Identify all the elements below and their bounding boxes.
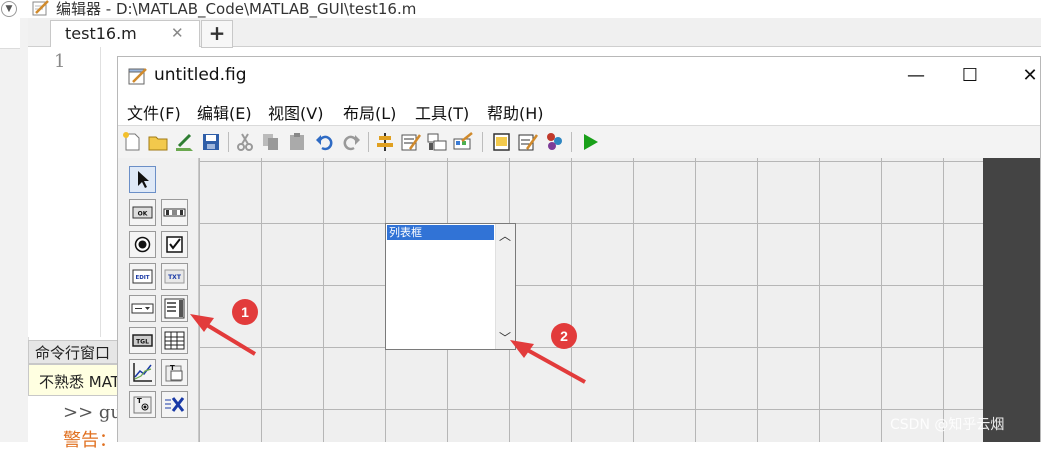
left-side-strip — [0, 18, 29, 442]
menu-editor-icon[interactable] — [400, 131, 422, 153]
editor-titlebar: ▼ 编辑器 - D:\MATLAB_Code\MATLAB_GUI\test16… — [0, 0, 1041, 18]
open-icon[interactable] — [147, 131, 169, 153]
undo-icon[interactable] — [314, 131, 336, 153]
component-palette: OK EDIT TXT TGL T T — [118, 158, 199, 442]
menubar: 文件(F) 编辑(E) 视图(V) 布局(L) 工具(T) 帮助(H) — [118, 95, 1040, 125]
chevron-down-icon[interactable]: ﹀ — [499, 329, 511, 346]
maximize-button[interactable]: ☐ — [950, 63, 990, 89]
layout-canvas[interactable] — [199, 158, 983, 442]
checkbox-icon[interactable] — [161, 231, 188, 258]
gutter-divider — [100, 47, 101, 337]
window-title: untitled.fig — [154, 65, 247, 85]
property-inspector-icon[interactable] — [517, 131, 539, 153]
canvas-resize-area — [983, 158, 1040, 442]
toolbar-separator — [482, 132, 483, 152]
new-icon[interactable] — [121, 131, 143, 153]
editor-pen-icon — [32, 0, 49, 16]
redo-icon[interactable] — [340, 131, 362, 153]
listbox-component[interactable]: 列表框 ︿ ﹀ — [385, 223, 516, 350]
edit-text-icon[interactable]: EDIT — [129, 263, 156, 290]
cut-icon[interactable] — [234, 131, 256, 153]
tab-label: test16.m — [65, 24, 137, 43]
watermark: CSDN @知乎云烟 — [890, 417, 1005, 433]
annotation-badge-2: 2 — [551, 323, 577, 349]
save-icon[interactable] — [200, 131, 222, 153]
command-window-title-text: 命令行窗口 — [35, 344, 111, 362]
static-text-icon[interactable]: TXT — [161, 263, 188, 290]
toggle-button-label: TGL — [136, 339, 149, 346]
edit-icon[interactable] — [173, 131, 195, 153]
toolbar — [118, 125, 1040, 159]
command-window-hint[interactable]: 不熟悉 MATLAB？ — [28, 364, 122, 396]
static-text-label: TXT — [168, 274, 182, 281]
command-window-body[interactable]: >> gu 警告： — [28, 396, 123, 451]
listbox-icon[interactable] — [161, 295, 188, 322]
menu-file[interactable]: 文件(F) — [127, 100, 181, 124]
object-browser-icon[interactable] — [543, 131, 565, 153]
toolbar-separator — [228, 132, 229, 152]
push-button-label: OK — [138, 211, 148, 218]
guide-titlebar: untitled.fig — ☐ ✕ — [118, 57, 1040, 95]
mfile-editor-icon[interactable] — [491, 131, 513, 153]
close-button[interactable]: ✕ — [1010, 63, 1041, 89]
chevron-up-icon[interactable]: ︿ — [499, 227, 511, 244]
popup-menu-icon[interactable] — [129, 295, 156, 322]
menu-tools[interactable]: 工具(T) — [415, 100, 469, 124]
panel-icon[interactable]: T — [161, 359, 188, 386]
edit-text-label: EDIT — [135, 275, 149, 281]
command-window-hint-text: 不熟悉 MATLAB？ — [39, 373, 121, 391]
align-icon[interactable] — [374, 131, 396, 153]
axes-icon[interactable] — [129, 359, 156, 386]
editor-gutter: 1 — [28, 47, 101, 337]
table-icon[interactable] — [161, 327, 188, 354]
close-icon[interactable]: ✕ — [171, 24, 184, 42]
select-pointer-icon[interactable] — [129, 166, 156, 193]
add-tab-button[interactable]: + — [201, 20, 233, 48]
tab-order-icon[interactable] — [426, 131, 448, 153]
menu-layout[interactable]: 布局(L) — [343, 100, 396, 124]
push-button-icon[interactable]: OK — [129, 199, 156, 226]
menu-help[interactable]: 帮助(H) — [487, 100, 544, 124]
run-icon[interactable] — [579, 131, 601, 153]
left-strip-cell — [0, 18, 20, 49]
listbox-item[interactable]: 列表框 — [387, 225, 494, 240]
radio-button-icon[interactable] — [129, 231, 156, 258]
guide-window: untitled.fig — ☐ ✕ 文件(F) 编辑(E) 视图(V) 布局(… — [117, 56, 1041, 442]
paste-icon[interactable] — [286, 131, 308, 153]
slider-icon[interactable] — [161, 199, 188, 226]
toolbar-separator — [571, 132, 572, 152]
activex-icon[interactable] — [161, 391, 188, 418]
menu-view[interactable]: 视图(V) — [268, 100, 323, 124]
chevron-down-icon[interactable]: ▼ — [1, 1, 17, 17]
command-window-title[interactable]: 命令行窗口 — [28, 340, 122, 364]
editor-title: 编辑器 - D:\MATLAB_Code\MATLAB_GUI\test16.m — [56, 0, 417, 18]
figure-app-icon — [128, 68, 147, 85]
editor-tabbar: test16.m ✕ + — [28, 18, 1041, 48]
toolbar-separator — [368, 132, 369, 152]
toggle-button-icon[interactable]: TGL — [129, 327, 156, 354]
command-prompt: >> gu — [63, 402, 123, 423]
tab-test16[interactable]: test16.m ✕ — [50, 20, 200, 47]
annotation-badge-1: 1 — [232, 299, 258, 325]
listbox-scrollbar[interactable]: ︿ ﹀ — [495, 224, 515, 349]
copy-icon[interactable] — [260, 131, 282, 153]
menu-edit[interactable]: 编辑(E) — [197, 100, 252, 124]
toolbar-editor-icon[interactable] — [452, 131, 474, 153]
button-group-icon[interactable]: T — [129, 391, 156, 418]
line-number: 1 — [54, 51, 66, 72]
svg-text:T: T — [137, 397, 142, 405]
command-warning: 警告： — [63, 430, 117, 451]
minimize-button[interactable]: — — [896, 63, 936, 89]
